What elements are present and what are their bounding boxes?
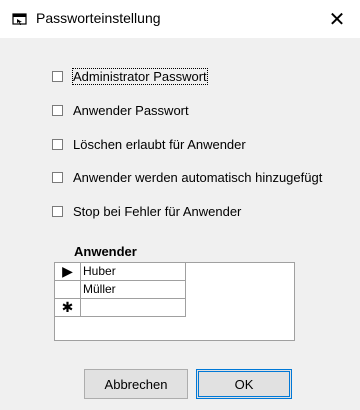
checkbox-label: Anwender Passwort <box>73 102 189 118</box>
user-cell[interactable]: Müller <box>81 281 186 299</box>
title-bar: Passworteinstellung ✕ <box>0 0 360 38</box>
user-cell[interactable]: Huber <box>81 263 186 281</box>
table-row[interactable]: ▶ Huber <box>55 263 186 281</box>
ok-button[interactable]: OK <box>196 369 292 399</box>
checkbox-label: Anwender werden automatisch hinzugefügt <box>73 169 323 185</box>
close-button[interactable]: ✕ <box>314 0 360 38</box>
checkbox-box[interactable] <box>52 205 63 217</box>
checkbox-box[interactable] <box>52 70 63 82</box>
checkbox-label: Administrator Passwort <box>72 67 208 85</box>
checkbox-label: Löschen erlaubt für Anwender <box>73 136 246 152</box>
table-row[interactable]: Müller <box>55 281 186 299</box>
window-icon <box>12 12 28 26</box>
checkbox-auto-add-users[interactable]: Anwender werden automatisch hinzugefügt <box>52 168 322 186</box>
users-grid[interactable]: ▶ Huber Müller ✱ <box>54 262 295 341</box>
checkbox-delete-allowed[interactable]: Löschen erlaubt für Anwender <box>52 135 246 153</box>
users-grid-title: Anwender <box>74 244 137 259</box>
checkbox-box[interactable] <box>52 104 63 116</box>
row-header[interactable] <box>55 281 81 299</box>
password-settings-dialog: Passworteinstellung ✕ Administrator Pass… <box>0 0 360 410</box>
checkbox-box[interactable] <box>52 138 63 150</box>
checkbox-administrator-password[interactable]: Administrator Passwort <box>52 67 208 85</box>
checkbox-user-password[interactable]: Anwender Passwort <box>52 101 189 119</box>
close-icon: ✕ <box>328 7 346 31</box>
checkbox-stop-on-error[interactable]: Stop bei Fehler für Anwender <box>52 202 241 220</box>
table-row[interactable]: ✱ <box>55 299 186 317</box>
checkbox-label: Stop bei Fehler für Anwender <box>73 203 242 219</box>
checkbox-box[interactable] <box>52 171 63 183</box>
cancel-button[interactable]: Abbrechen <box>84 369 188 399</box>
current-row-marker-icon[interactable]: ▶ <box>55 263 81 281</box>
user-cell[interactable] <box>81 299 186 317</box>
new-row-marker-icon[interactable]: ✱ <box>55 299 81 317</box>
window-title: Passworteinstellung <box>36 10 161 26</box>
